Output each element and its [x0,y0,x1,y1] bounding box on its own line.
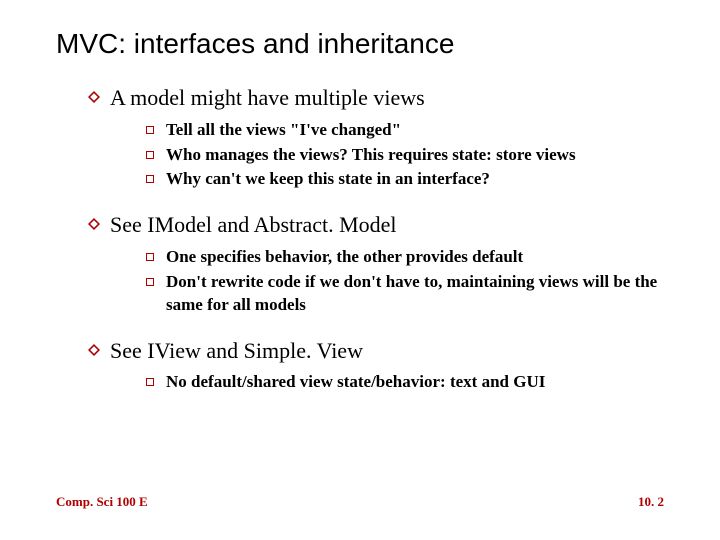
diamond-bullet-icon [88,344,100,356]
section-heading: A model might have multiple views [110,84,425,113]
list-item: Tell all the views "I've changed" [146,119,664,142]
section-3: See IView and Simple. View [88,337,664,366]
subitem-text: Who manages the views? This requires sta… [166,144,576,167]
footer: Comp. Sci 100 E 10. 2 [56,494,664,510]
subitem-text: One specifies behavior, the other provid… [166,246,523,269]
section-2: See IModel and Abstract. Model [88,211,664,240]
subitems-1: Tell all the views "I've changed" Who ma… [146,119,664,192]
square-bullet-icon [146,151,154,159]
list-item: Don't rewrite code if we don't have to, … [146,271,664,317]
list-item: One specifies behavior, the other provid… [146,246,664,269]
list-item: Who manages the views? This requires sta… [146,144,664,167]
section-heading: See IView and Simple. View [110,337,363,366]
square-bullet-icon [146,126,154,134]
square-bullet-icon [146,253,154,261]
footer-left: Comp. Sci 100 E [56,494,148,510]
list-item: No default/shared view state/behavior: t… [146,371,664,394]
diamond-bullet-icon [88,218,100,230]
subitem-text: Tell all the views "I've changed" [166,119,401,142]
diamond-bullet-icon [88,91,100,103]
slide-title: MVC: interfaces and inheritance [56,28,664,60]
subitem-text: Don't rewrite code if we don't have to, … [166,271,664,317]
section-heading: See IModel and Abstract. Model [110,211,397,240]
subitems-2: One specifies behavior, the other provid… [146,246,664,317]
subitem-text: Why can't we keep this state in an inter… [166,168,490,191]
section-1: A model might have multiple views [88,84,664,113]
subitems-3: No default/shared view state/behavior: t… [146,371,664,394]
list-item: Why can't we keep this state in an inter… [146,168,664,191]
footer-right: 10. 2 [638,494,664,510]
square-bullet-icon [146,378,154,386]
subitem-text: No default/shared view state/behavior: t… [166,371,545,394]
square-bullet-icon [146,278,154,286]
square-bullet-icon [146,175,154,183]
